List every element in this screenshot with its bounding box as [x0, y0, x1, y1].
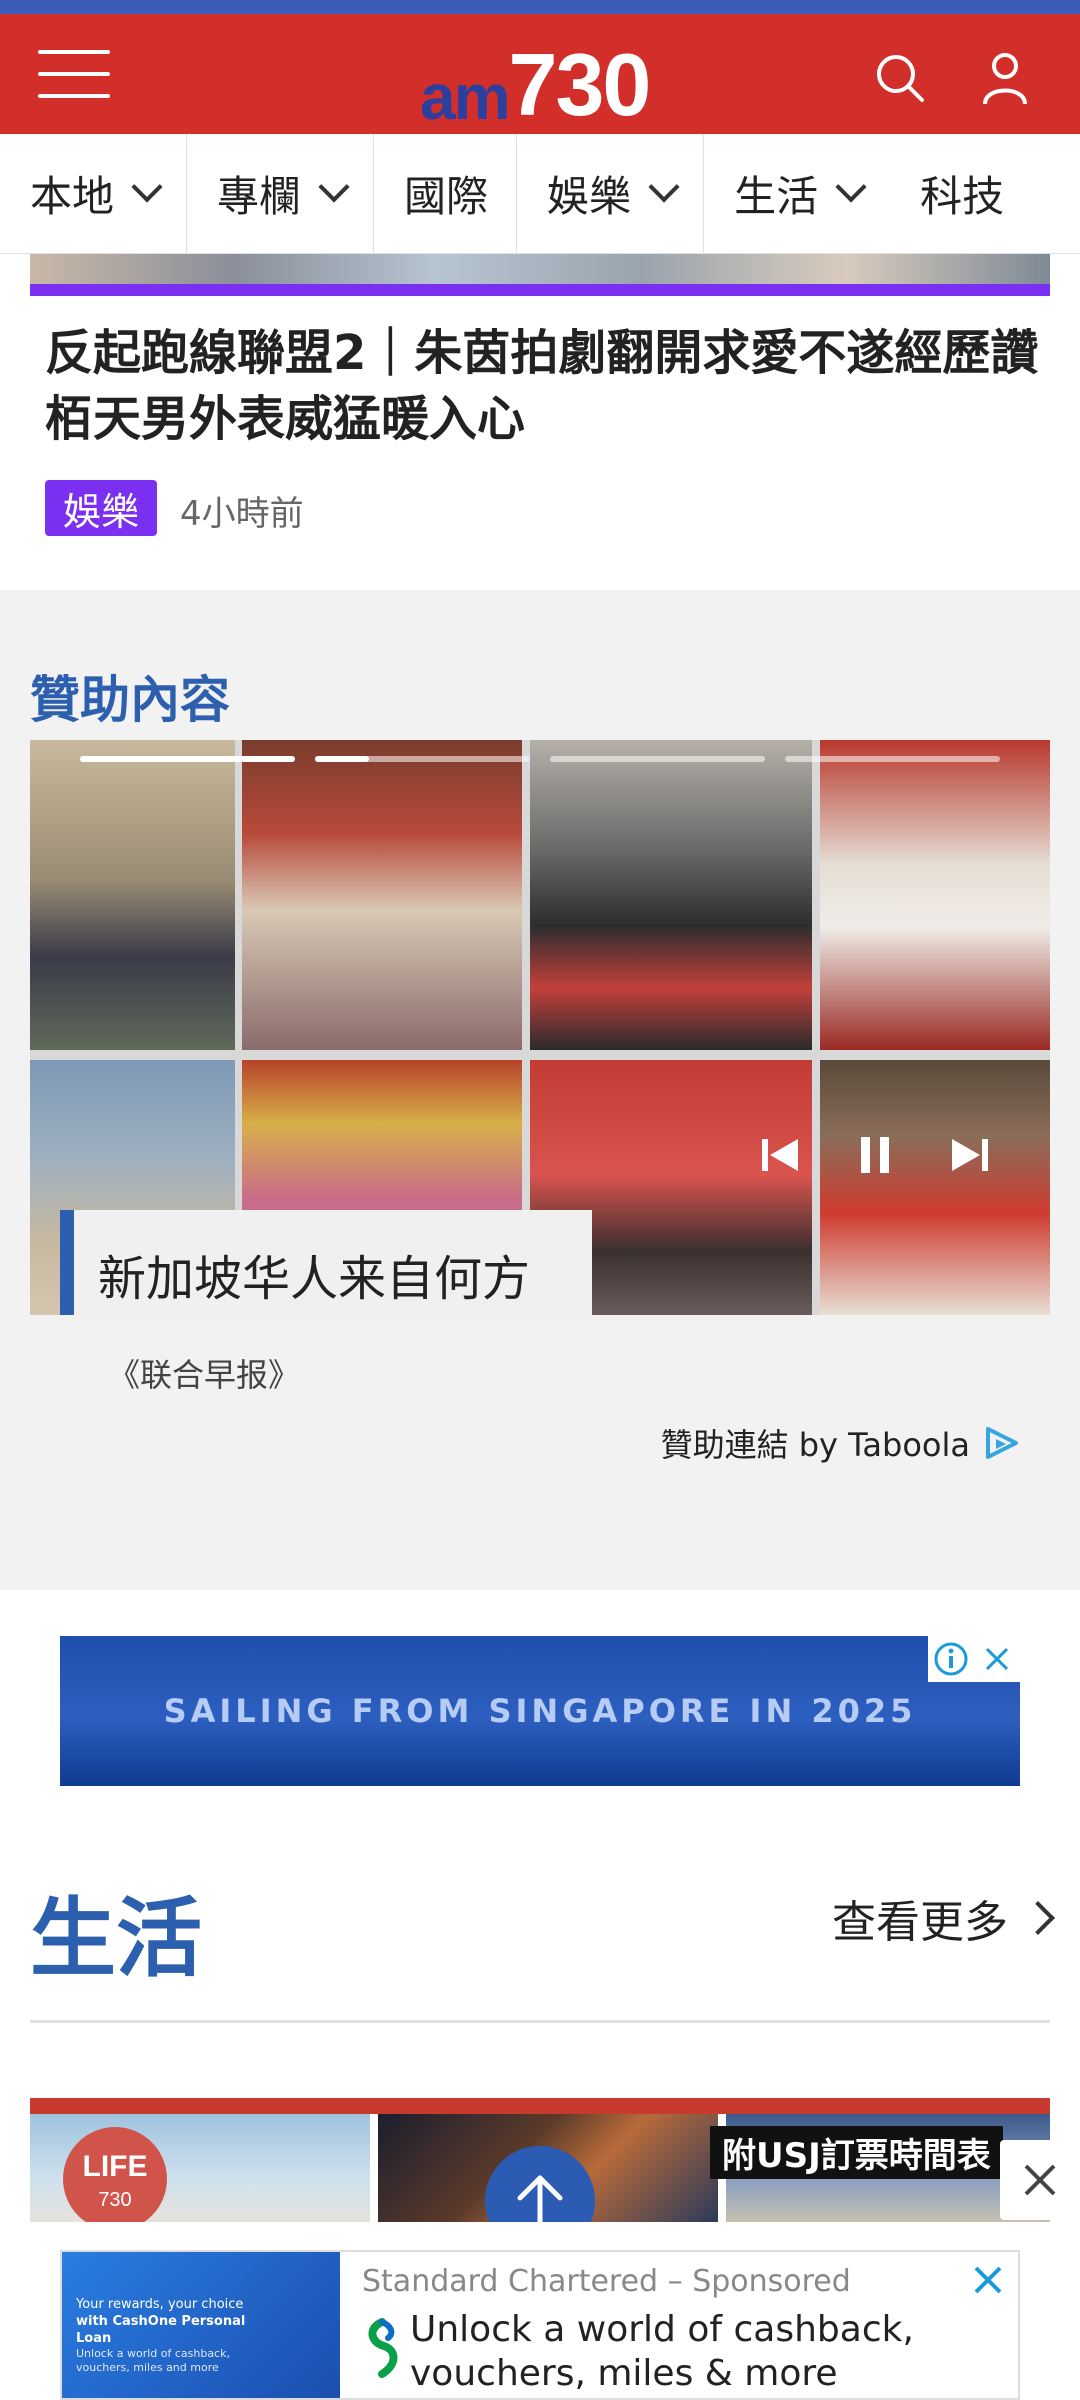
carousel-progress [785, 756, 1000, 762]
see-more-link[interactable]: 查看更多 [832, 1886, 1055, 1950]
sponsored-label: Sponsored [692, 2264, 851, 2299]
nav-item-entertainment[interactable]: 娛樂 [517, 134, 705, 253]
carousel-progress [550, 756, 765, 762]
sponsored-heading: 贊助內容 [30, 671, 230, 729]
svg-text:LIFE: LIFE [83, 2150, 148, 2183]
svg-text:730: 730 [98, 2189, 131, 2211]
sponsored-source: 《联合早报》 [108, 1356, 301, 1394]
life-logo-icon: LIFE 730 [63, 2127, 167, 2231]
bottom-ad[interactable]: Your rewards, your choice with CashOne P… [60, 2250, 1020, 2400]
carousel-photo [530, 740, 812, 1050]
site-header: am730 [0, 14, 1080, 134]
bottom-ad-image: Your rewards, your choice with CashOne P… [62, 2252, 340, 2398]
nav-item-international[interactable]: 國際 [374, 134, 518, 253]
chevron-down-icon [648, 170, 680, 203]
search-icon[interactable] [870, 48, 930, 108]
nav-item-column[interactable]: 專欄 [187, 134, 375, 253]
taboola-link[interactable]: 贊助連結 by Taboola [661, 1420, 1022, 1466]
previous-icon[interactable] [750, 1125, 810, 1185]
carousel-caption[interactable]: 新加坡华人来自何方 [60, 1210, 592, 1315]
category-nav: 本地 專欄 國際 娛樂 生活 科技 [0, 134, 1080, 254]
see-more-label: 查看更多 [832, 1897, 1008, 1948]
pause-icon[interactable] [845, 1125, 905, 1185]
article-image[interactable] [30, 254, 1050, 284]
sponsored-carousel[interactable]: 新加坡华人来自何方 [30, 740, 1050, 1315]
chevron-down-icon [318, 170, 350, 203]
close-icon[interactable] [1000, 2140, 1080, 2220]
bottom-ad-brand: Standard Chartered – Sponsored [362, 2264, 851, 2299]
nav-item-life[interactable]: 生活 [704, 134, 890, 253]
brand-name: Standard Chartered [362, 2264, 659, 2299]
taboola-logo-icon [986, 1427, 1018, 1459]
site-logo[interactable]: am730 [420, 34, 651, 134]
bottom-ad-headline: Unlock a world of cashback, vouchers, mi… [410, 2309, 914, 2394]
carousel-photo [820, 1060, 1050, 1315]
chevron-down-icon [131, 170, 163, 203]
carousel-photo [242, 740, 522, 1050]
chevron-right-icon [1021, 1901, 1055, 1935]
article-accent-bar [30, 284, 1050, 296]
bottom-ad-image-text: Your rewards, your choice with CashOne P… [76, 2297, 246, 2374]
section-divider [30, 2020, 1050, 2023]
category-badge[interactable]: 娛樂 [45, 480, 157, 536]
ad-close-icon[interactable] [974, 1636, 1020, 1682]
ad-info-icon[interactable] [928, 1636, 974, 1682]
carousel-photo [30, 740, 235, 1050]
user-icon[interactable] [975, 48, 1035, 108]
life-accent-bar [30, 2098, 1050, 2114]
article-tag: 附USJ訂票時間表 [710, 2126, 1003, 2179]
bottom-ad-close-icon[interactable] [968, 2260, 1008, 2300]
top-color-strip [0, 0, 1080, 14]
taboola-label: 贊助連結 by Taboola [660, 1426, 970, 1464]
nav-item-local[interactable]: 本地 [0, 134, 188, 253]
ad-banner[interactable]: SAILING FROM SINGAPORE IN 2025 [60, 1636, 1020, 1786]
ad-controls [928, 1636, 1020, 1682]
carousel-progress [80, 756, 295, 762]
next-icon[interactable] [940, 1125, 1000, 1185]
chevron-down-icon [835, 170, 867, 203]
standard-chartered-logo-icon [368, 2318, 398, 2378]
article-timestamp: 4小時前 [180, 494, 304, 534]
nav-item-tech[interactable]: 科技 [890, 134, 1032, 253]
article-title[interactable]: 反起跑線聯盟2｜朱茵拍劇翻開求愛不遂經歷讚栢天男外表威猛暖入心 [45, 320, 1055, 452]
carousel-progress [315, 756, 530, 762]
menu-icon[interactable] [38, 50, 110, 100]
section-title: 生活 [30, 1889, 202, 1989]
carousel-photo [820, 740, 1050, 1050]
life-article-image[interactable]: LIFE 730 [30, 2114, 370, 2231]
ad-banner-text: SAILING FROM SINGAPORE IN 2025 [163, 1692, 917, 1730]
